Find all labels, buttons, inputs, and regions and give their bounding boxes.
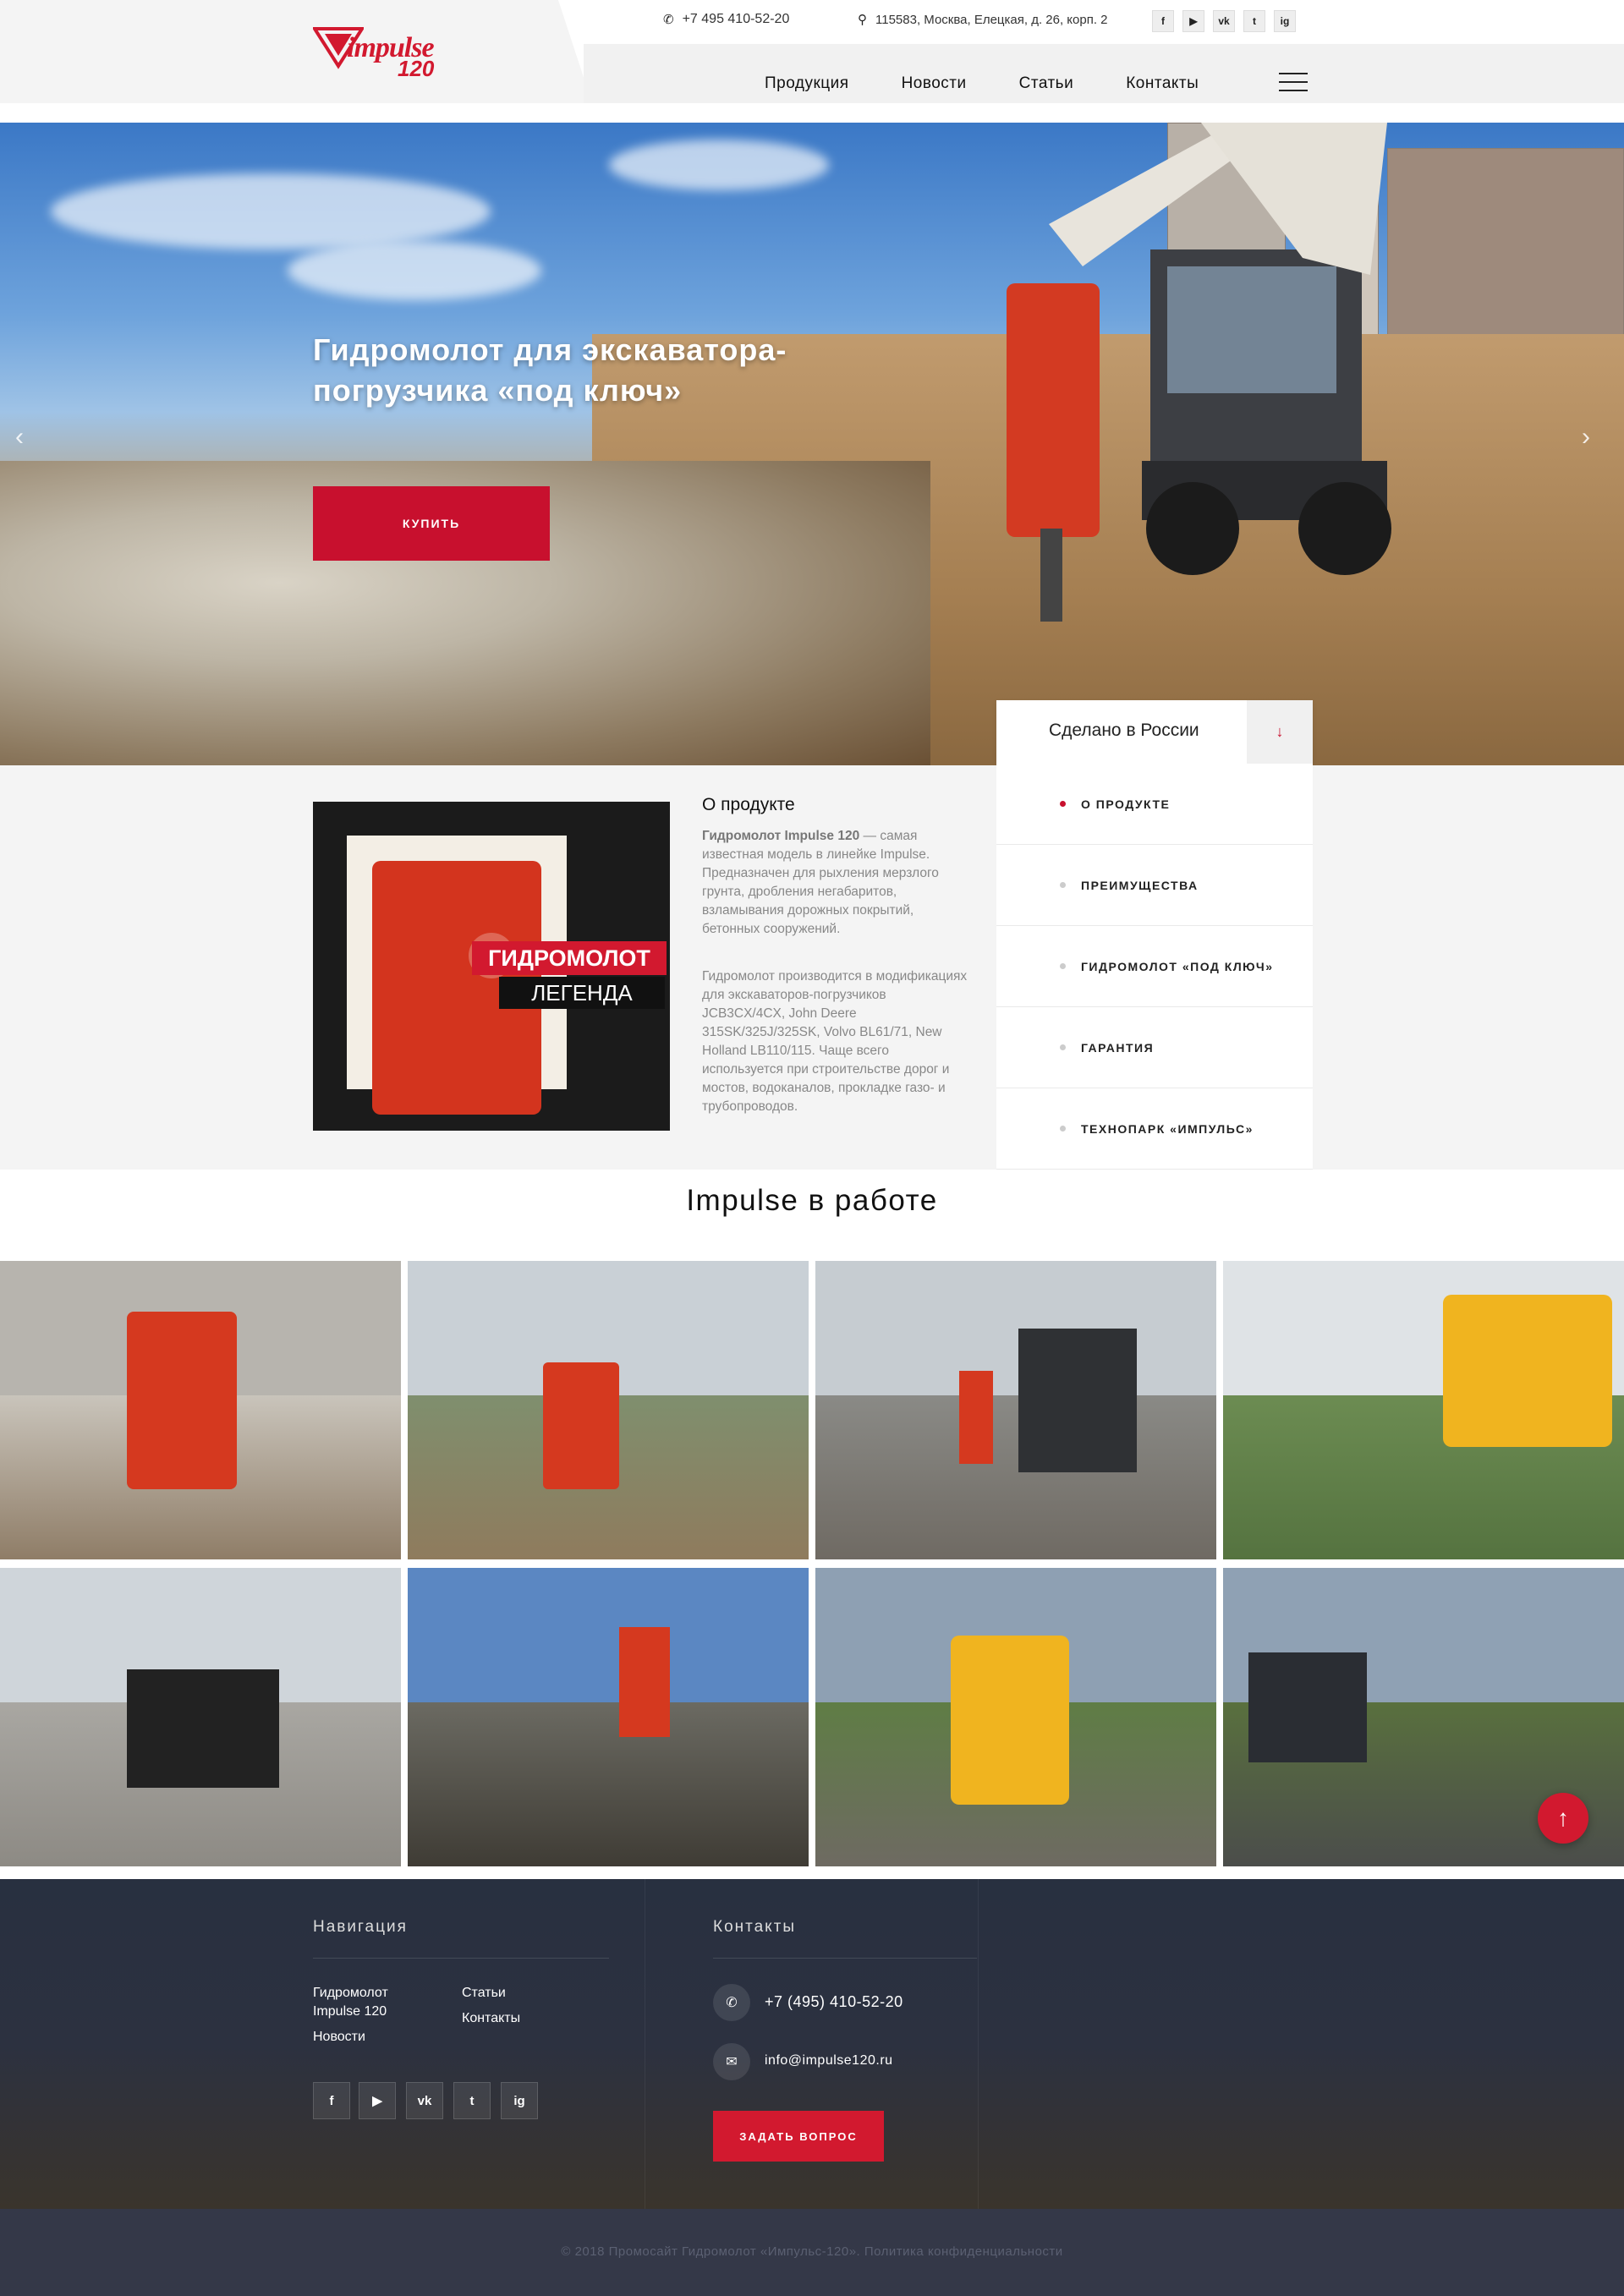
logo-number: 120: [398, 56, 435, 81]
vk-icon[interactable]: vk: [406, 2082, 443, 2119]
side-item-technopark[interactable]: ТЕХНОПАРК «ИМПУЛЬС»: [996, 1088, 1313, 1170]
copyright-text[interactable]: © 2018 Промосайт Гидромолот «Импульс-120…: [0, 2244, 1624, 2259]
about-paragraph-1: Гидромолот Impulse 120 — самая известная…: [702, 827, 973, 939]
side-menu: Сделано в России ↓ О ПРОДУКТЕ ПРЕИМУЩЕСТ…: [996, 700, 1313, 1170]
gallery-photo[interactable]: [0, 1568, 401, 1866]
product-video[interactable]: ГИДРОМОЛОТ ЛЕГЕНДА: [313, 802, 670, 1131]
side-item-turnkey[interactable]: ГИДРОМОЛОТ «ПОД КЛЮЧ»: [996, 926, 1313, 1007]
twitter-icon[interactable]: t: [453, 2082, 491, 2119]
about-paragraph-1-text: — самая известная модель в линейке Impul…: [702, 829, 939, 936]
instagram-icon[interactable]: ig: [1274, 10, 1296, 32]
logo[interactable]: impulse 120: [313, 22, 457, 81]
phone-icon: ✆: [713, 1984, 750, 2021]
twitter-icon[interactable]: t: [1243, 10, 1265, 32]
header-address-text: 115583, Москва, Елецкая, д. 26, корп. 2: [875, 12, 1108, 27]
excavator-illustration: [1007, 123, 1391, 622]
header-phone[interactable]: ✆ +7 495 410-52-20: [663, 12, 789, 27]
side-item-label: ТЕХНОПАРК «ИМПУЛЬС»: [1081, 1121, 1254, 1136]
footer-divider: [713, 1958, 977, 1959]
mail-icon: ✉: [713, 2043, 750, 2080]
side-menu-header[interactable]: Сделано в России ↓: [996, 700, 1313, 764]
hero-cloud: [288, 241, 541, 300]
vk-icon[interactable]: vk: [1213, 10, 1235, 32]
site-header: impulse 120 ✆ +7 495 410-52-20 ⚲ 115583,…: [0, 0, 1624, 123]
gallery-photo[interactable]: [0, 1261, 401, 1559]
phone-icon: ✆: [663, 13, 674, 27]
about-paragraph-2: Гидромолот производится в модификациях д…: [702, 969, 968, 1114]
scroll-top-button[interactable]: ↑: [1538, 1793, 1588, 1844]
instagram-icon[interactable]: ig: [501, 2082, 538, 2119]
footer-phone[interactable]: +7 (495) 410-52-20: [765, 1993, 903, 2011]
bullet-icon: [1060, 963, 1066, 969]
side-item-about[interactable]: О ПРОДУКТЕ: [996, 764, 1313, 845]
nav-item-products[interactable]: Продукция: [765, 74, 849, 93]
footer-contacts-title: Контакты: [713, 1918, 797, 1936]
hero-cloud: [609, 140, 829, 190]
copyright-bar: © 2018 Промосайт Гидромолот «Импульс-120…: [0, 2209, 1624, 2296]
hero-cloud: [51, 173, 491, 249]
side-item-warranty[interactable]: ГАРАНТИЯ: [996, 1007, 1313, 1088]
gallery-photo[interactable]: [815, 1568, 1216, 1866]
bullet-icon: [1060, 1126, 1066, 1132]
gallery-photo[interactable]: [1223, 1261, 1624, 1559]
footer-divider: [313, 1958, 609, 1959]
nav-item-news[interactable]: Новости: [902, 74, 967, 93]
bullet-icon: [1060, 801, 1066, 807]
about-paragraph-1-bold: Гидромолот Impulse 120: [702, 829, 860, 843]
side-item-label: О ПРОДУКТЕ: [1081, 797, 1171, 811]
hero-banner: Гидромолот для экскаватора-погрузчика «п…: [0, 123, 1624, 765]
facebook-icon[interactable]: f: [1152, 10, 1174, 32]
hero-title: Гидромолот для экскаватора-погрузчика «п…: [313, 332, 787, 408]
footer-divider: [978, 1879, 979, 2209]
video-caption-2: ЛЕГЕНДА: [499, 977, 665, 1009]
header-social: f ▶ vk t ig: [1152, 10, 1296, 32]
youtube-icon[interactable]: ▶: [1182, 10, 1204, 32]
bullet-icon: [1060, 882, 1066, 888]
video-caption-1: ГИДРОМОЛОТ: [472, 941, 667, 975]
side-menu-heading: Сделано в России: [1049, 721, 1199, 740]
main-nav: Продукция Новости Статьи Контакты: [765, 74, 1199, 93]
facebook-icon[interactable]: f: [313, 2082, 350, 2119]
footer-link-contacts[interactable]: Контакты: [462, 2009, 520, 2028]
about-title: О продукте: [702, 795, 795, 814]
footer-link-product[interactable]: Гидромолот Impulse 120: [313, 1984, 423, 2021]
side-item-label: ГИДРОМОЛОТ «ПОД КЛЮЧ»: [1081, 959, 1274, 973]
gallery-photo[interactable]: [815, 1261, 1216, 1559]
location-pin-icon: ⚲: [858, 13, 867, 27]
bullet-icon: [1060, 1044, 1066, 1050]
nav-bar: [584, 44, 1624, 103]
menu-burger-icon[interactable]: [1279, 73, 1308, 93]
slider-next-icon[interactable]: ›: [1582, 423, 1590, 452]
footer-link-news[interactable]: Новости: [313, 2028, 365, 2047]
footer-nav-title: Навигация: [313, 1918, 408, 1936]
logo-panel: [0, 0, 592, 103]
side-item-label: ГАРАНТИЯ: [1081, 1040, 1155, 1055]
gallery-photo[interactable]: [408, 1568, 809, 1866]
youtube-icon[interactable]: ▶: [359, 2082, 396, 2119]
nav-item-articles[interactable]: Статьи: [1019, 74, 1074, 93]
gallery-photo[interactable]: [408, 1261, 809, 1559]
footer-email[interactable]: info@impulse120.ru: [765, 2053, 893, 2069]
arrow-down-icon[interactable]: ↓: [1247, 700, 1313, 764]
ask-question-button[interactable]: ЗАДАТЬ ВОПРОС: [713, 2111, 884, 2162]
nav-item-contacts[interactable]: Контакты: [1126, 74, 1199, 93]
buy-button[interactable]: КУПИТЬ: [313, 486, 550, 561]
header-address: ⚲ 115583, Москва, Елецкая, д. 26, корп. …: [858, 12, 1108, 28]
side-item-advantages[interactable]: ПРЕИМУЩЕСТВА: [996, 845, 1313, 926]
header-phone-text: +7 495 410-52-20: [682, 12, 790, 26]
side-item-label: ПРЕИМУЩЕСТВА: [1081, 878, 1199, 892]
slider-prev-icon[interactable]: ‹: [15, 423, 24, 452]
footer-link-articles[interactable]: Статьи: [462, 1984, 506, 2003]
gallery-title: Impulse в работе: [686, 1184, 938, 1217]
